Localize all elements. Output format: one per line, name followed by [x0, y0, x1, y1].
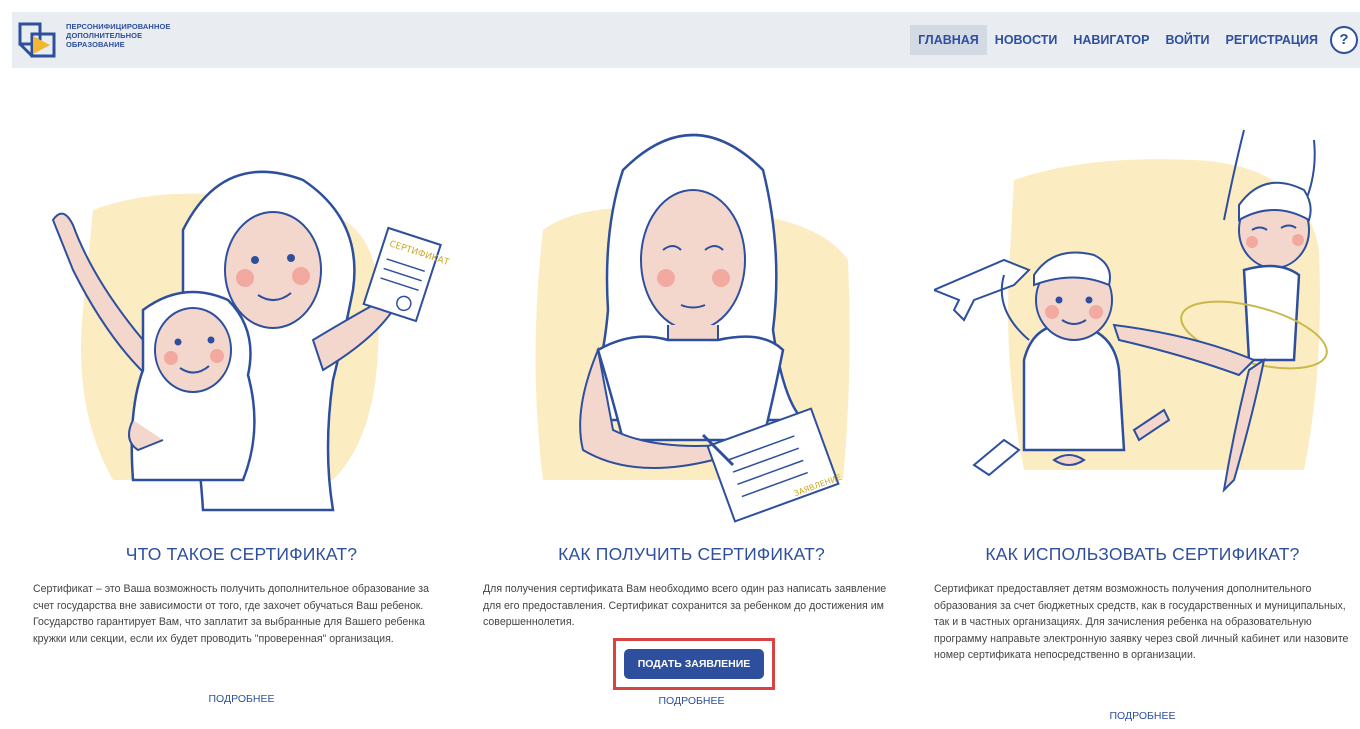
card-description: Для получения сертификата Вам необходимо…: [483, 583, 887, 628]
nav-navigator[interactable]: НАВИГАТОР: [1065, 25, 1157, 55]
nav-register[interactable]: РЕГИСТРАЦИЯ: [1218, 25, 1326, 55]
card-title: ЧТО ТАКОЕ СЕРТИФИКАТ?: [125, 544, 358, 564]
card-title: КАК ИСПОЛЬЗОВАТЬ СЕРТИФИКАТ?: [985, 544, 1300, 564]
card-description: Сертификат – это Ваша возможность получи…: [33, 583, 430, 645]
more-link[interactable]: ПОДРОБНЕЕ: [483, 695, 900, 707]
more-link[interactable]: ПОДРОБНЕЕ: [33, 693, 450, 705]
logo-text: ПЕРСОНИФИЦИРОВАННОЕ ДОПОЛНИТЕЛЬНОЕ ОБРАЗ…: [66, 22, 171, 49]
more-link[interactable]: ПОДРОБНЕЕ: [934, 710, 1351, 722]
main-nav: ГЛАВНАЯ НОВОСТИ НАВИГАТОР ВОЙТИ РЕГИСТРА…: [910, 24, 1358, 56]
logo-line-3: ОБРАЗОВАНИЕ: [66, 40, 125, 49]
nav-news[interactable]: НОВОСТИ: [987, 25, 1066, 55]
site-logo[interactable]: ПЕРСОНИФИЦИРОВАННОЕ ДОПОЛНИТЕЛЬНОЕ ОБРАЗ…: [16, 20, 171, 60]
children-activities-illustration: [934, 129, 1328, 493]
card-how-to-get-certificate: ЗАЯВЛЕНИЕ КАК ПОЛУЧИТЬ СЕРТИФИКАТ? Для п…: [483, 110, 900, 707]
apply-button-highlight: ПОДАТЬ ЗАЯВЛЕНИЕ: [613, 638, 775, 690]
woman-application-illustration: ЗАЯВЛЕНИЕ: [535, 133, 850, 523]
nav-login[interactable]: ВОЙТИ: [1157, 25, 1217, 55]
logo-line-2: ДОПОЛНИТЕЛЬНОЕ: [66, 31, 143, 40]
help-button[interactable]: ?: [1330, 26, 1358, 54]
logo-line-1: ПЕРСОНИФИЦИРОВАННОЕ: [66, 22, 171, 31]
card-what-is-certificate: СЕРТИФИКАТ ЧТО ТАКОЕ СЕРТИФИКАТ? Сертифи…: [33, 110, 450, 705]
submit-application-button[interactable]: ПОДАТЬ ЗАЯВЛЕНИЕ: [624, 649, 764, 679]
mother-daughter-illustration: СЕРТИФИКАТ: [51, 170, 450, 512]
card-how-to-use-certificate: КАК ИСПОЛЬЗОВАТЬ СЕРТИФИКАТ? Сертификат …: [934, 110, 1351, 722]
top-navbar: ПЕРСОНИФИЦИРОВАННОЕ ДОПОЛНИТЕЛЬНОЕ ОБРАЗ…: [12, 12, 1360, 68]
illustration-woman-application: ЗАЯВЛЕНИЕ: [483, 110, 900, 526]
card-title: КАК ПОЛУЧИТЬ СЕРТИФИКАТ?: [558, 544, 825, 564]
illustration-mother-daughter: СЕРТИФИКАТ: [33, 110, 450, 526]
logo-mark-icon: [18, 22, 56, 58]
card-description: Сертификат предоставляет детям возможнос…: [934, 583, 1349, 661]
nav-home[interactable]: ГЛАВНАЯ: [910, 25, 987, 55]
illustration-children-activities: [934, 110, 1351, 526]
